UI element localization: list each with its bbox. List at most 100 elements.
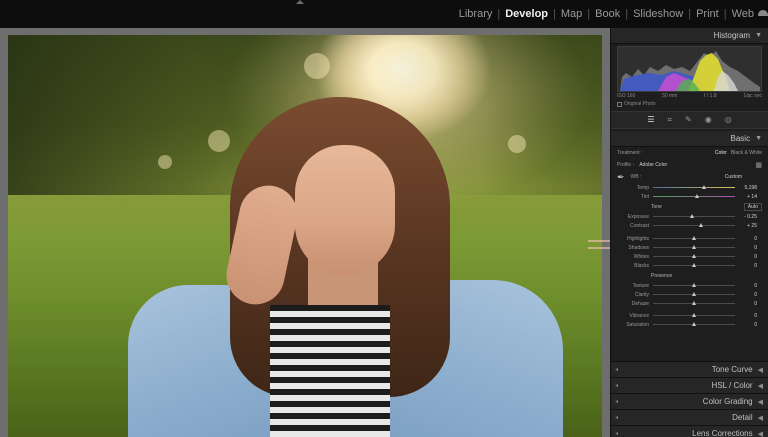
slider-track[interactable] <box>653 254 735 258</box>
eyedropper-icon[interactable]: ✒ <box>617 172 625 183</box>
slider-knob-icon[interactable] <box>692 292 696 296</box>
slider-track[interactable] <box>653 301 735 305</box>
expand-triangle-icon[interactable]: ◀ <box>758 382 763 390</box>
slider-knob-icon[interactable] <box>695 194 700 198</box>
presence-group-header: Presence <box>611 270 768 281</box>
histogram-info-item: 1/pc sec <box>743 93 762 99</box>
slider-track[interactable] <box>653 236 735 240</box>
expand-triangle-icon[interactable]: ◀ <box>758 398 763 406</box>
slider-track[interactable] <box>653 313 735 317</box>
slider-texture[interactable]: Texture 0 <box>611 281 768 290</box>
slider-track[interactable] <box>653 283 735 287</box>
slider-knob-icon[interactable] <box>692 254 696 258</box>
healing-brush-icon[interactable]: ✎ <box>685 116 692 124</box>
section-left-triangle-icon[interactable]: ◂ <box>615 430 618 437</box>
collapse-triangle-icon[interactable]: ▼ <box>755 135 762 142</box>
section-hsl-color[interactable]: ◂ HSL / Color ◀ <box>611 377 768 393</box>
histogram-header[interactable]: Histogram ▼ <box>611 28 768 44</box>
module-library[interactable]: Library <box>459 8 493 20</box>
slider-value[interactable]: 0 <box>735 236 757 242</box>
slider-value[interactable]: 0 <box>735 263 757 269</box>
slider-value[interactable]: 0 <box>735 292 757 298</box>
module-slideshow[interactable]: Slideshow <box>633 8 683 20</box>
slider-knob-icon[interactable] <box>701 185 706 189</box>
module-print[interactable]: Print <box>696 8 719 20</box>
slider-value[interactable]: 0 <box>735 254 757 260</box>
slider-blacks[interactable]: Blacks 0 <box>611 261 768 270</box>
slider-track[interactable] <box>653 322 735 326</box>
slider-value[interactable]: 0 <box>735 283 757 289</box>
basic-header[interactable]: Basic ▼ <box>611 131 768 147</box>
slider-knob-icon[interactable] <box>689 214 694 218</box>
slider-knob-icon[interactable] <box>692 283 696 287</box>
slider-knob-icon[interactable] <box>692 313 696 317</box>
slider-value[interactable]: 5,198 <box>735 185 757 191</box>
section-left-triangle-icon[interactable]: ◂ <box>615 398 618 405</box>
slider-track[interactable] <box>653 214 735 218</box>
slider-track[interactable] <box>653 245 735 249</box>
module-web[interactable]: Web <box>732 8 754 20</box>
slider-value[interactable]: 0 <box>735 245 757 251</box>
module-map[interactable]: Map <box>561 8 582 20</box>
section-tone-curve[interactable]: ◂ Tone Curve ◀ <box>611 361 768 377</box>
slider-track[interactable] <box>653 292 735 296</box>
collapse-triangle-icon[interactable]: ▼ <box>755 32 762 39</box>
slider-tint[interactable]: Tint + 14 <box>611 192 768 201</box>
auto-tone-button[interactable]: Auto <box>743 202 762 211</box>
slider-knob-icon[interactable] <box>692 322 696 326</box>
section-left-triangle-icon[interactable]: ◂ <box>615 382 618 389</box>
cloud-icon[interactable] <box>758 10 768 16</box>
expand-triangle-icon[interactable]: ◀ <box>758 414 763 422</box>
edit-sliders-icon[interactable]: ☰ <box>647 116 654 124</box>
slider-knob-icon[interactable] <box>692 301 696 305</box>
slider-whites[interactable]: Whites 0 <box>611 252 768 261</box>
masking-icon[interactable]: ◎ <box>725 116 732 124</box>
slider-contrast[interactable]: Contrast + 25 <box>611 221 768 230</box>
treatment-option-black-white[interactable]: Black & White <box>731 150 762 156</box>
slider-clarity[interactable]: Clarity 0 <box>611 290 768 299</box>
slider-vibrance[interactable]: Vibrance 0 <box>611 311 768 320</box>
photo-canvas[interactable] <box>0 28 610 437</box>
slider-exposure[interactable]: Exposure - 0.25 <box>611 212 768 221</box>
slider-value[interactable]: + 25 <box>735 223 757 229</box>
checkbox-icon[interactable] <box>617 101 622 107</box>
section-color-grading[interactable]: ◂ Color Grading ◀ <box>611 393 768 409</box>
profile-select[interactable]: Adobe Color <box>639 162 667 168</box>
slider-highlights[interactable]: Highlights 0 <box>611 234 768 243</box>
section-left-triangle-icon[interactable]: ◂ <box>615 366 618 373</box>
slider-knob-icon[interactable] <box>692 263 696 267</box>
slider-knob-icon[interactable] <box>692 236 696 240</box>
section-detail[interactable]: ◂ Detail ◀ <box>611 409 768 425</box>
photo-preview[interactable] <box>8 35 602 437</box>
slider-dehaze[interactable]: Dehaze 0 <box>611 299 768 308</box>
slider-value[interactable]: + 14 <box>735 194 757 200</box>
slider-knob-icon[interactable] <box>692 245 696 249</box>
red-eye-icon[interactable]: ◉ <box>705 116 712 124</box>
treatment-option-color[interactable]: Color <box>715 150 727 156</box>
original-photo-checkbox[interactable]: Original Photo <box>617 101 762 107</box>
slider-value[interactable]: 0 <box>735 301 757 307</box>
slider-track[interactable] <box>653 185 735 189</box>
module-develop[interactable]: Develop <box>505 8 548 20</box>
histogram-graph[interactable] <box>617 46 762 92</box>
expand-triangle-icon[interactable]: ◀ <box>758 430 763 437</box>
slider-temp[interactable]: Temp 5,198 <box>611 183 768 192</box>
crop-icon[interactable]: ⌗ <box>667 116 672 124</box>
slider-label: Contrast <box>630 222 649 229</box>
expand-triangle-icon[interactable]: ◀ <box>758 366 763 374</box>
slider-track[interactable] <box>653 223 735 227</box>
section-lens-corrections[interactable]: ◂ Lens Corrections ◀ <box>611 425 768 437</box>
slider-value[interactable]: 0 <box>735 313 757 319</box>
module-book[interactable]: Book <box>595 8 620 20</box>
section-left-triangle-icon[interactable]: ◂ <box>615 414 618 421</box>
slider-shadows[interactable]: Shadows 0 <box>611 243 768 252</box>
slider-track[interactable] <box>653 194 735 198</box>
panel-toggle-arrow-icon[interactable] <box>296 0 304 4</box>
wb-select[interactable]: Custom <box>725 174 742 180</box>
profile-browser-grid-icon[interactable]: ▦ <box>755 161 762 169</box>
slider-value[interactable]: - 0.25 <box>735 214 757 220</box>
slider-value[interactable]: 0 <box>735 322 757 328</box>
slider-track[interactable] <box>653 263 735 267</box>
slider-saturation[interactable]: Saturation 0 <box>611 320 768 329</box>
slider-knob-icon[interactable] <box>698 223 703 227</box>
